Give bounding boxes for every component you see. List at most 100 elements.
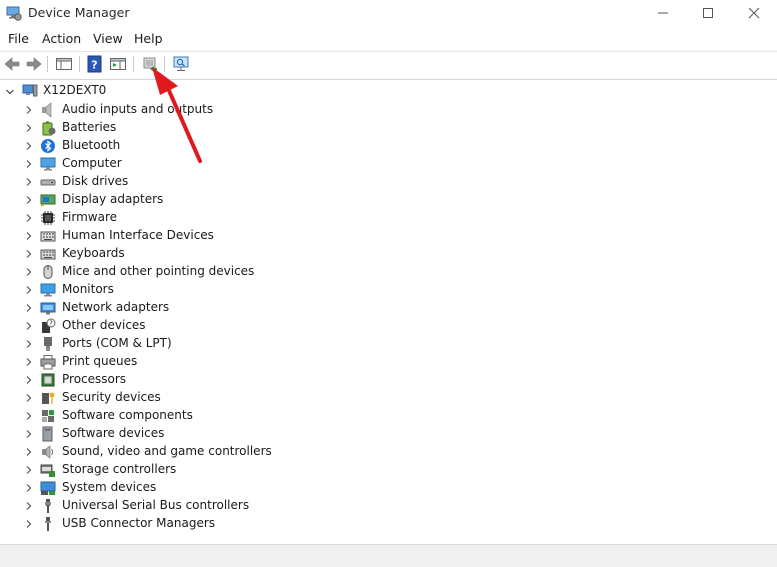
menu-help[interactable]: Help	[134, 31, 163, 46]
toolbar-separator	[164, 56, 165, 72]
help-icon: ?	[87, 55, 102, 73]
show-hide-console-tree-button[interactable]	[54, 55, 74, 73]
computer-root-icon	[22, 84, 38, 97]
maximize-button[interactable]	[685, 0, 731, 26]
chevron-right-icon[interactable]	[24, 141, 34, 151]
close-button[interactable]	[731, 0, 777, 26]
system-device-icon	[40, 481, 56, 495]
chevron-right-icon[interactable]	[24, 285, 34, 295]
tree-item-label[interactable]: Bluetooth	[62, 138, 120, 152]
processor-icon	[41, 373, 55, 387]
chevron-right-icon[interactable]	[24, 123, 34, 133]
tree-item-label[interactable]: Firmware	[62, 210, 117, 224]
show-action-pane-button[interactable]	[108, 55, 128, 73]
storage-controller-icon	[40, 464, 55, 477]
chevron-right-icon[interactable]	[24, 483, 34, 493]
tree-item-label[interactable]: Ports (COM & LPT)	[62, 336, 172, 350]
chevron-right-icon[interactable]	[24, 105, 34, 115]
close-icon	[748, 7, 760, 19]
maximize-icon	[703, 8, 713, 18]
update-driver-icon	[143, 57, 157, 72]
chip-icon	[41, 211, 55, 225]
back-button[interactable]	[2, 55, 22, 73]
chevron-right-icon[interactable]	[24, 177, 34, 187]
mouse-icon	[43, 265, 53, 279]
bluetooth-icon	[41, 139, 55, 153]
chevron-right-icon[interactable]	[24, 519, 34, 529]
chevron-right-icon[interactable]	[24, 213, 34, 223]
tree-item-label[interactable]: System devices	[62, 480, 156, 494]
tree-item-label[interactable]: Software components	[62, 408, 193, 422]
chevron-right-icon[interactable]	[24, 357, 34, 367]
tree-item-label[interactable]: Universal Serial Bus controllers	[62, 498, 249, 512]
chevron-down-icon[interactable]	[5, 87, 15, 97]
tree-item-label[interactable]: USB Connector Managers	[62, 516, 215, 530]
software-component-icon	[42, 410, 54, 422]
window-title: Device Manager	[28, 5, 130, 20]
device-manager-app-icon	[6, 6, 22, 21]
chevron-right-icon[interactable]	[24, 303, 34, 313]
display-adapter-icon	[40, 194, 56, 206]
title-bar: Device Manager	[0, 0, 777, 26]
chevron-right-icon[interactable]	[24, 429, 34, 439]
tree-item-label[interactable]: Human Interface Devices	[62, 228, 214, 242]
menu-action[interactable]: Action	[42, 31, 81, 46]
tree-item-label[interactable]: Storage controllers	[62, 462, 176, 476]
tree-item-label[interactable]: Mice and other pointing devices	[62, 264, 254, 278]
hid-keyboard-icon	[40, 231, 56, 242]
software-device-icon	[42, 426, 53, 442]
chevron-right-icon[interactable]	[24, 447, 34, 457]
chevron-right-icon[interactable]	[24, 393, 34, 403]
tree-item-label[interactable]: Keyboards	[62, 246, 125, 260]
port-icon	[44, 337, 52, 351]
tree-item-label[interactable]: Monitors	[62, 282, 114, 296]
usb-icon	[45, 499, 51, 513]
disk-drive-icon	[40, 179, 56, 186]
chevron-right-icon[interactable]	[24, 231, 34, 241]
tree-item-label[interactable]: Audio inputs and outputs	[62, 102, 213, 116]
menu-bar: File Action View Help	[0, 29, 777, 49]
tree-item-label[interactable]: Security devices	[62, 390, 161, 404]
network-icon	[40, 302, 56, 315]
chevron-right-icon[interactable]	[24, 375, 34, 385]
console-tree-icon	[56, 58, 72, 70]
help-button[interactable]: ?	[85, 55, 105, 73]
toolbar-separator	[79, 56, 80, 72]
chevron-right-icon[interactable]	[24, 159, 34, 169]
tree-item-label[interactable]: Batteries	[62, 120, 116, 134]
root-node-label[interactable]: X12DEXT0	[43, 83, 106, 97]
tree-item-label[interactable]: Computer	[62, 156, 122, 170]
printer-icon	[40, 355, 56, 370]
update-driver-button[interactable]	[140, 55, 160, 73]
chevron-right-icon[interactable]	[24, 321, 34, 331]
computer-icon	[40, 157, 56, 171]
tree-item-label[interactable]: Software devices	[62, 426, 164, 440]
chevron-right-icon[interactable]	[24, 195, 34, 205]
minimize-button[interactable]	[640, 0, 686, 26]
action-pane-icon	[110, 58, 126, 70]
tree-item-label[interactable]: Network adapters	[62, 300, 169, 314]
tree-item-label[interactable]: Sound, video and game controllers	[62, 444, 272, 458]
scan-hardware-button[interactable]	[171, 55, 191, 73]
chevron-right-icon[interactable]	[24, 465, 34, 475]
tree-item-label[interactable]: Disk drives	[62, 174, 128, 188]
forward-button[interactable]	[24, 55, 44, 73]
unknown-device-icon: ?	[42, 318, 56, 333]
chevron-right-icon[interactable]	[24, 501, 34, 511]
toolbar: ?	[0, 51, 777, 76]
menu-view[interactable]: View	[93, 31, 123, 46]
tree-item-label[interactable]: Display adapters	[62, 192, 163, 206]
menu-file[interactable]: File	[8, 31, 29, 46]
tree-item-label[interactable]: Other devices	[62, 318, 146, 332]
status-bar	[0, 544, 777, 567]
chevron-right-icon[interactable]	[24, 339, 34, 349]
usb-connector-icon	[45, 517, 51, 531]
chevron-right-icon[interactable]	[24, 267, 34, 277]
chevron-right-icon[interactable]	[24, 411, 34, 421]
tree-item-label[interactable]: Processors	[62, 372, 126, 386]
tree-item-label[interactable]: Print queues	[62, 354, 137, 368]
toolbar-separator	[133, 56, 134, 72]
scan-hardware-icon	[173, 56, 189, 71]
forward-arrow-icon	[26, 57, 42, 71]
chevron-right-icon[interactable]	[24, 249, 34, 259]
